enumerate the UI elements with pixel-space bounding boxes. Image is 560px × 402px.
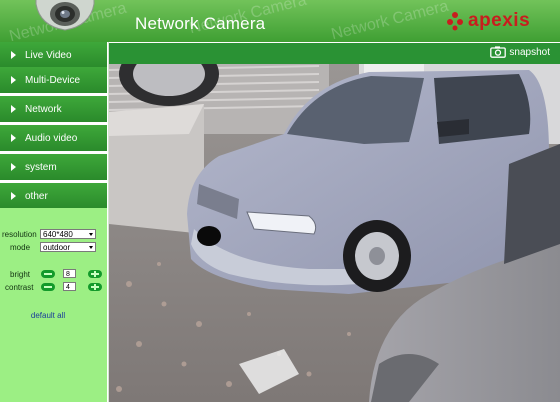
arrow-right-icon bbox=[11, 163, 16, 171]
resolution-label: resolution bbox=[2, 230, 37, 239]
header-watermark: Network Camera bbox=[329, 0, 451, 42]
snapshot-label: snapshot bbox=[509, 46, 550, 58]
sidebar: Live Video Multi-Device Network Audio vi… bbox=[0, 42, 108, 402]
resolution-value: 640*480 bbox=[43, 230, 73, 239]
minus-icon bbox=[44, 286, 52, 288]
video-toolbar: snapshot bbox=[109, 43, 560, 64]
plus-icon-vertical bbox=[94, 284, 96, 290]
bright-decrease-button[interactable] bbox=[41, 270, 55, 278]
bright-increase-button[interactable] bbox=[88, 270, 102, 278]
sidebar-item-label: Audio video bbox=[25, 132, 78, 144]
minus-icon bbox=[44, 273, 52, 275]
app-header: Network Camera Network Camera Network Ca… bbox=[0, 0, 560, 42]
sidebar-item-label: other bbox=[25, 190, 48, 202]
sidebar-item-multi-device[interactable]: Multi-Device bbox=[0, 67, 107, 93]
header-title: Network Camera bbox=[135, 14, 266, 33]
brand-dots-icon bbox=[447, 12, 463, 31]
contrast-label: contrast bbox=[5, 283, 34, 292]
chevron-down-icon bbox=[89, 246, 93, 249]
live-video-feed[interactable] bbox=[109, 64, 560, 402]
sidebar-item-label: Live Video bbox=[25, 49, 72, 61]
dome-camera-icon bbox=[35, 0, 95, 31]
sidebar-item-network[interactable]: Network bbox=[0, 96, 107, 122]
bright-value: 8 bbox=[66, 271, 70, 278]
contrast-value: 4 bbox=[66, 284, 70, 291]
arrow-right-icon bbox=[11, 51, 16, 59]
mode-label: mode bbox=[10, 243, 31, 252]
contrast-decrease-button[interactable] bbox=[41, 283, 55, 291]
arrow-right-icon bbox=[11, 134, 16, 142]
mode-value: outdoor bbox=[43, 243, 71, 252]
video-frame-image bbox=[109, 64, 560, 402]
sidebar-item-label: Multi-Device bbox=[25, 74, 81, 86]
bright-value-field[interactable]: 8 bbox=[63, 269, 76, 278]
sidebar-item-label: Network bbox=[25, 103, 62, 115]
chevron-down-icon bbox=[89, 233, 93, 236]
camera-controls-panel: resolution 640*480 mode outdoor bright 8… bbox=[0, 208, 107, 402]
sidebar-item-system[interactable]: system bbox=[0, 154, 107, 180]
arrow-right-icon bbox=[11, 76, 16, 84]
brand-name: apexis bbox=[468, 10, 531, 31]
camera-icon bbox=[490, 46, 507, 58]
snapshot-button[interactable]: snapshot bbox=[490, 46, 550, 58]
arrow-right-icon bbox=[11, 105, 16, 113]
sidebar-item-label: system bbox=[25, 161, 57, 173]
mode-select[interactable]: outdoor bbox=[40, 242, 96, 252]
plus-icon-vertical bbox=[94, 271, 96, 277]
sidebar-item-audio-video[interactable]: Audio video bbox=[0, 125, 107, 151]
default-all-link[interactable]: default all bbox=[0, 311, 96, 320]
sidebar-item-other[interactable]: other bbox=[0, 183, 107, 209]
contrast-increase-button[interactable] bbox=[88, 283, 102, 291]
resolution-select[interactable]: 640*480 bbox=[40, 229, 96, 239]
apexis-logo: apexis bbox=[445, 9, 530, 33]
bright-label: bright bbox=[10, 270, 31, 279]
sidebar-item-live-video[interactable]: Live Video bbox=[0, 42, 107, 68]
contrast-value-field[interactable]: 4 bbox=[63, 282, 76, 291]
arrow-right-icon bbox=[11, 192, 16, 200]
